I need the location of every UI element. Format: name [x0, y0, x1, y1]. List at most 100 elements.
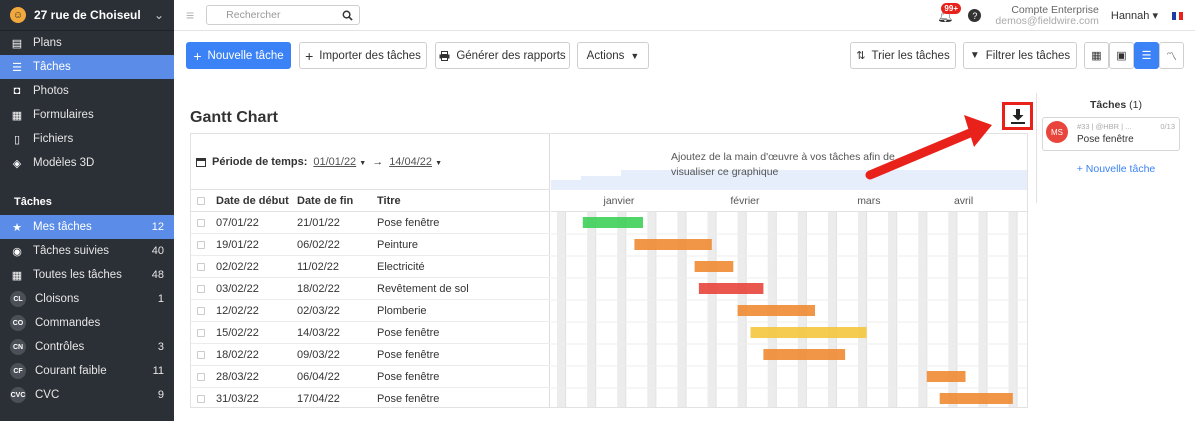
filter-icon: ▼ [969, 50, 980, 61]
project-logo-icon: ☺ [10, 7, 26, 23]
project-selector[interactable]: ☺ 27 rue de Choiseul ⌄ [0, 0, 174, 31]
language-flag-icon[interactable] [1172, 11, 1184, 20]
row-checkbox[interactable] [197, 263, 205, 271]
search-placeholder: Rechercher [226, 9, 281, 21]
file-icon: ▯ [13, 133, 21, 146]
row-checkbox[interactable] [197, 351, 205, 359]
new-task-button[interactable]: + Nouvelle tâche [186, 42, 291, 69]
sidebar-task-item[interactable]: CO Commandes [0, 311, 174, 335]
plans-icon: ▤ [11, 37, 23, 50]
sidebar-item-plans[interactable]: ▤ Plans [0, 31, 174, 55]
side-title-count: (1) [1129, 99, 1142, 111]
account-info[interactable]: Compte Enterprise demos@fieldwire.com [995, 4, 1098, 27]
period-start-select[interactable]: 01/01/22 ▼ [313, 156, 366, 168]
row-start-date: 02/02/22 [216, 261, 259, 273]
col-title[interactable]: Titre [377, 190, 401, 212]
table-row[interactable]: 07/01/22 21/01/22 Pose fenêtre [191, 212, 550, 234]
sidebar-item-count: 11 [152, 365, 164, 377]
table-row[interactable]: 31/03/22 17/04/22 Pose fenêtre [191, 388, 550, 407]
gantt-bar[interactable] [926, 371, 966, 382]
row-start-date: 19/01/22 [216, 239, 259, 251]
import-label: Importer des tâches [319, 49, 421, 62]
sidebar-item-file[interactable]: ▯ Fichiers [0, 127, 174, 151]
analytics-view-button[interactable]: 〽 [1159, 42, 1184, 69]
search-input[interactable]: Rechercher [206, 5, 361, 25]
gantt-bar[interactable] [698, 283, 764, 294]
row-checkbox[interactable] [197, 307, 205, 315]
task-card[interactable]: MS #33 | @HBR | ... 0/13 Pose fenêtre [1042, 117, 1180, 151]
gantt-view-button[interactable]: ☰ [1134, 42, 1159, 69]
gantt-bar[interactable] [737, 305, 815, 316]
col-start-date[interactable]: Date de début [216, 190, 289, 212]
row-title: Pose fenêtre [377, 349, 440, 361]
sidebar-task-item[interactable]: CF Courant faible 11 [0, 359, 174, 383]
row-checkbox[interactable] [197, 395, 205, 403]
table-row[interactable]: 18/02/22 09/03/22 Pose fenêtre [191, 344, 550, 366]
weekend-column [587, 212, 596, 407]
gantt-bar[interactable] [634, 239, 712, 250]
sidebar-task-item[interactable]: ▦ Toutes les tâches 48 [0, 263, 174, 287]
gantt-grid [551, 212, 1027, 407]
new-task-label: Nouvelle tâche [207, 49, 284, 62]
grid-view-button[interactable]: ▦ [1084, 42, 1109, 69]
row-checkbox[interactable] [197, 285, 205, 293]
sidebar-task-item[interactable]: ★ Mes tâches 12 [0, 215, 174, 239]
period-end-select[interactable]: 14/04/22 ▼ [389, 156, 442, 168]
table-row[interactable]: 15/02/22 14/03/22 Pose fenêtre [191, 322, 550, 344]
task-table: Période de temps: 01/01/22 ▼ → 14/04/22 … [191, 134, 550, 407]
table-row[interactable]: 03/02/22 18/02/22 Revêtement de sol [191, 278, 550, 300]
menu-icon[interactable]: ≡ [186, 7, 194, 23]
table-row[interactable]: 02/02/22 11/02/22 Electricité [191, 256, 550, 278]
row-start-date: 18/02/22 [216, 349, 259, 361]
camera-icon: ◘ [13, 85, 21, 97]
row-start-date: 03/02/22 [216, 283, 259, 295]
row-title: Peinture [377, 239, 418, 251]
sidebar-item-camera[interactable]: ◘ Photos [0, 79, 174, 103]
sidebar-item-cube[interactable]: ◈ Modèles 3D [0, 151, 174, 175]
cube-icon: ◈ [12, 157, 22, 170]
row-checkbox[interactable] [197, 329, 205, 337]
row-checkbox[interactable] [197, 219, 205, 227]
sidebar-task-item[interactable]: CN Contrôles 3 [0, 335, 174, 359]
gantt-bar[interactable] [694, 261, 734, 272]
sidebar-task-item[interactable]: ◉ Tâches suivies 40 [0, 239, 174, 263]
sort-tasks-button[interactable]: ⇅ Trier les tâches [850, 42, 956, 69]
gantt-bar[interactable] [763, 349, 846, 360]
gantt-bar[interactable] [939, 393, 1013, 404]
user-menu[interactable]: Hannah ▾ [1111, 9, 1158, 22]
calendar-icon: ▣ [1116, 50, 1127, 62]
sidebar-task-item[interactable]: CL Cloisons 1 [0, 287, 174, 311]
weekend-column [827, 212, 837, 407]
chevron-down-icon: ⌄ [153, 8, 164, 22]
weekend-column [617, 212, 626, 407]
sidebar-item-label: Fichiers [33, 133, 74, 145]
grid-icon: ▦ [11, 269, 23, 282]
add-task-link[interactable]: + Nouvelle tâche [1037, 163, 1195, 175]
select-all-checkbox[interactable] [197, 197, 205, 205]
row-checkbox[interactable] [197, 373, 205, 381]
sidebar-item-form[interactable]: ▦ Formulaires [0, 103, 174, 127]
filter-tasks-button[interactable]: ▼ Filtrer les tâches [963, 42, 1077, 69]
sidebar-item-label: Cloisons [35, 293, 80, 305]
calendar-view-button[interactable]: ▣ [1109, 42, 1134, 69]
gantt-bar[interactable] [750, 327, 867, 338]
table-row[interactable]: 19/01/22 06/02/22 Peinture [191, 234, 550, 256]
weekend-column [1008, 212, 1018, 407]
table-row[interactable]: 28/03/22 06/04/22 Pose fenêtre [191, 366, 550, 388]
generate-reports-button[interactable]: Générer des rapports [435, 42, 570, 69]
sidebar-task-item[interactable]: CVC CVC 9 [0, 383, 174, 407]
row-checkbox[interactable] [197, 241, 205, 249]
category-badge-icon: CF [10, 363, 26, 379]
eye-icon: ◉ [12, 245, 22, 258]
sidebar-item-tasks[interactable]: ☰ Tâches [0, 55, 174, 79]
actions-dropdown[interactable]: Actions ▼ [577, 42, 649, 69]
row-title: Electricité [377, 261, 425, 273]
gantt-bar[interactable] [582, 217, 643, 228]
import-tasks-button[interactable]: + Importer des tâches [299, 42, 427, 69]
notifications-button[interactable]: 🔔︎ 99+ [936, 2, 961, 25]
table-row[interactable]: 12/02/22 02/03/22 Plomberie [191, 300, 550, 322]
month-header: janvier février mars avril [551, 190, 1027, 212]
col-end-date[interactable]: Date de fin [297, 190, 353, 212]
help-icon[interactable]: ? [968, 9, 982, 22]
sidebar-item-label: Modèles 3D [33, 157, 95, 169]
